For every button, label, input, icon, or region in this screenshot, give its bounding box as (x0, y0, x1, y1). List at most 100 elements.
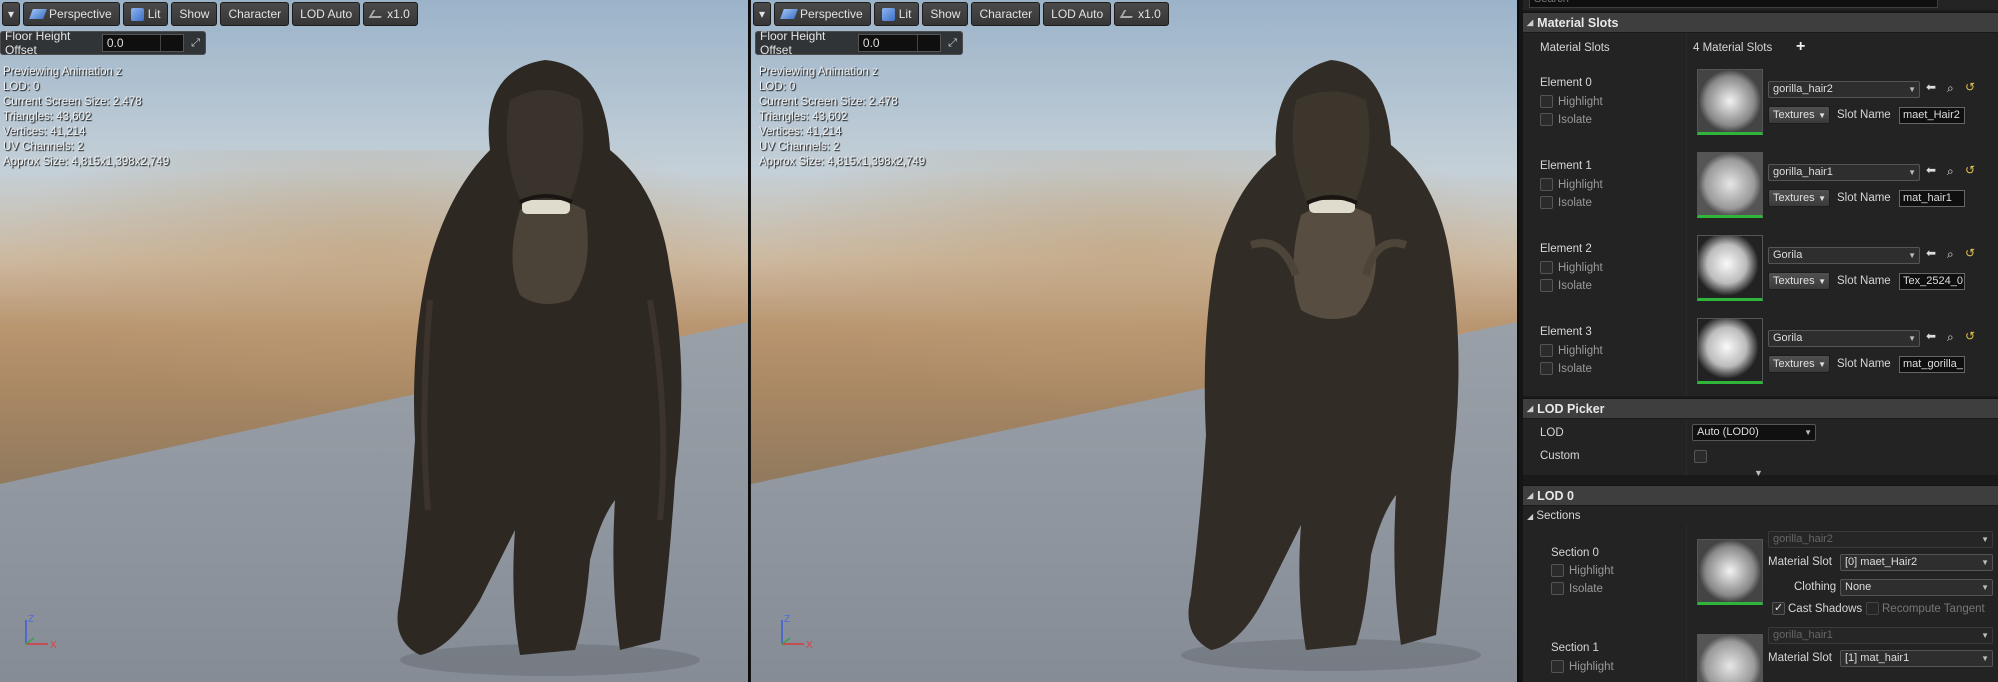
cast-shadows-label: Cast Shadows (1788, 603, 1863, 615)
highlight-checkbox[interactable] (1540, 95, 1553, 108)
highlight-checkbox[interactable] (1551, 660, 1564, 673)
isolate-checkbox[interactable] (1540, 196, 1553, 209)
playback-speed-button[interactable]: x1.0 (1114, 2, 1169, 26)
material-slots-count: 4 Material Slots (1693, 42, 1773, 54)
viewport-right[interactable]: ▾ Perspective Lit Show Character LOD Aut… (751, 0, 1519, 682)
browse-search-icon[interactable]: ⌕ (1947, 330, 1954, 345)
floor-height-offset: Floor Height Offset 0.0 ⤢ (0, 29, 206, 57)
viewport-toolbar: ▾ Perspective Lit Show Character LOD Aut… (0, 1, 418, 27)
lod-button[interactable]: LOD Auto (292, 2, 361, 26)
viewport-left[interactable]: ▾ Perspective Lit Show Character LOD Aut… (0, 0, 750, 682)
material-slots-label: Material Slots (1540, 42, 1610, 54)
textures-dropdown[interactable]: Textures ▼ (1768, 189, 1830, 207)
use-selected-arrow-icon[interactable]: ⬅ (1926, 163, 1936, 177)
use-selected-arrow-icon[interactable]: ⬅ (1926, 329, 1936, 343)
lod-select[interactable]: Auto (LOD0) ▼ (1692, 424, 1816, 441)
isolate-checkbox[interactable] (1540, 113, 1553, 126)
textures-dropdown[interactable]: Textures ▼ (1768, 355, 1830, 373)
custom-checkbox[interactable] (1694, 450, 1707, 463)
material-slot-select[interactable]: [1] mat_hair1 ▼ (1840, 650, 1993, 667)
reset-icon[interactable]: ↺ (1965, 246, 1975, 260)
clothing-label: Clothing (1794, 581, 1837, 593)
lod-picker-category[interactable]: ◢ LOD Picker (1523, 398, 1998, 418)
clothing-select[interactable]: None ▼ (1840, 579, 1993, 596)
highlight-checkbox[interactable] (1540, 344, 1553, 357)
material-thumbnail[interactable] (1697, 152, 1763, 218)
slot-name-input[interactable]: mat_gorilla_ (1899, 356, 1965, 373)
reset-icon[interactable]: ↺ (1965, 80, 1975, 94)
show-button[interactable]: Show (922, 2, 969, 26)
highlight-checkbox[interactable] (1551, 564, 1564, 577)
show-button[interactable]: Show (171, 2, 218, 26)
search-bar: Search (1523, 0, 1998, 10)
material-thumbnail[interactable] (1697, 318, 1763, 384)
browse-search-icon[interactable]: ⌕ (1947, 164, 1954, 179)
material-picker[interactable]: Gorila ▼ (1768, 247, 1920, 264)
floor-height-label: Floor Height Offset (5, 29, 71, 57)
slot-name-label: Slot Name (1837, 275, 1891, 287)
character-button[interactable]: Character (971, 2, 1041, 26)
material-slots-category[interactable]: ◢ Material Slots (1523, 12, 1998, 32)
material-slot-label: Material Slot (1768, 652, 1832, 664)
character-button[interactable]: Character (220, 2, 290, 26)
slot-name-input[interactable]: mat_hair1 (1899, 190, 1965, 207)
sections-subcategory[interactable]: ◢ Sections (1527, 510, 1580, 522)
slot-name-input[interactable]: Tex_2524_0 (1899, 273, 1965, 290)
expand-advanced-icon[interactable]: ▼ (1754, 468, 1763, 478)
lod-label: LOD (1540, 427, 1564, 439)
section-material-thumbnail[interactable] (1697, 539, 1763, 605)
material-slot-select[interactable]: [0] maet_Hair2 ▼ (1840, 554, 1993, 571)
floor-height-input[interactable]: 0.0 (101, 34, 185, 52)
slot-name-input[interactable]: maet_Hair2 (1899, 107, 1965, 124)
isolate-checkbox[interactable] (1540, 362, 1553, 375)
gorilla-model-base[interactable] (1161, 45, 1481, 675)
column-divider (1686, 33, 1687, 396)
add-material-slot-icon[interactable]: + (1796, 38, 1805, 56)
reset-icon[interactable]: ↺ (1965, 329, 1975, 343)
highlight-label: Highlight (1558, 262, 1603, 274)
highlight-checkbox[interactable] (1540, 261, 1553, 274)
textures-dropdown[interactable]: Textures ▼ (1768, 272, 1830, 290)
browse-search-icon[interactable]: ⌕ (1947, 81, 1954, 96)
perspective-icon (780, 9, 798, 19)
viewport-menu-button[interactable]: ▾ (753, 2, 772, 26)
recompute-tangent-checkbox[interactable] (1866, 602, 1879, 615)
lit-button[interactable]: Lit (122, 2, 169, 26)
expand-icon[interactable]: ⤢ (947, 37, 958, 49)
isolate-checkbox[interactable] (1551, 582, 1564, 595)
use-selected-arrow-icon[interactable]: ⬅ (1926, 80, 1936, 94)
reset-icon[interactable]: ↺ (1965, 163, 1975, 177)
preview-stats: Previewing Animation z LOD: 0 Current Scre… (3, 66, 170, 168)
material-picker[interactable]: gorilla_hair2 ▼ (1768, 81, 1920, 98)
use-selected-arrow-icon[interactable]: ⬅ (1926, 246, 1936, 260)
perspective-button[interactable]: Perspective (23, 2, 120, 26)
material-picker[interactable]: Gorila ▼ (1768, 330, 1920, 347)
viewport-menu-button[interactable]: ▾ (2, 2, 21, 26)
playback-speed-button[interactable]: x1.0 (363, 2, 418, 26)
element-name: Element 2 (1540, 243, 1592, 255)
material-picker[interactable]: gorilla_hair1 ▼ (1768, 164, 1920, 181)
material-thumbnail[interactable] (1697, 69, 1763, 135)
lod0-category[interactable]: ◢ LOD 0 (1523, 485, 1998, 505)
cast-shadows-checkbox[interactable] (1772, 601, 1785, 615)
slot-name-label: Slot Name (1837, 192, 1891, 204)
material-thumbnail[interactable] (1697, 235, 1763, 301)
search-input[interactable]: Search (1529, 0, 1938, 8)
lit-button[interactable]: Lit (873, 2, 920, 26)
textures-dropdown[interactable]: Textures ▼ (1768, 106, 1830, 124)
browse-search-icon[interactable]: ⌕ (1947, 247, 1954, 262)
section-material-thumbnail[interactable] (1697, 634, 1763, 682)
highlight-label: Highlight (1569, 565, 1614, 577)
gorilla-model-furred[interactable] (370, 40, 700, 680)
slot-name-label: Slot Name (1837, 358, 1891, 370)
speed-icon (368, 10, 386, 18)
floor-height-label: Floor Height Offset (760, 29, 826, 57)
perspective-button[interactable]: Perspective (774, 2, 871, 26)
highlight-checkbox[interactable] (1540, 178, 1553, 191)
floor-height-input[interactable]: 0.0 (857, 34, 942, 52)
isolate-label: Isolate (1558, 197, 1592, 209)
expand-icon[interactable]: ⤢ (190, 37, 201, 49)
isolate-checkbox[interactable] (1540, 279, 1553, 292)
element-name: Element 3 (1540, 326, 1592, 338)
lod-button[interactable]: LOD Auto (1043, 2, 1112, 26)
